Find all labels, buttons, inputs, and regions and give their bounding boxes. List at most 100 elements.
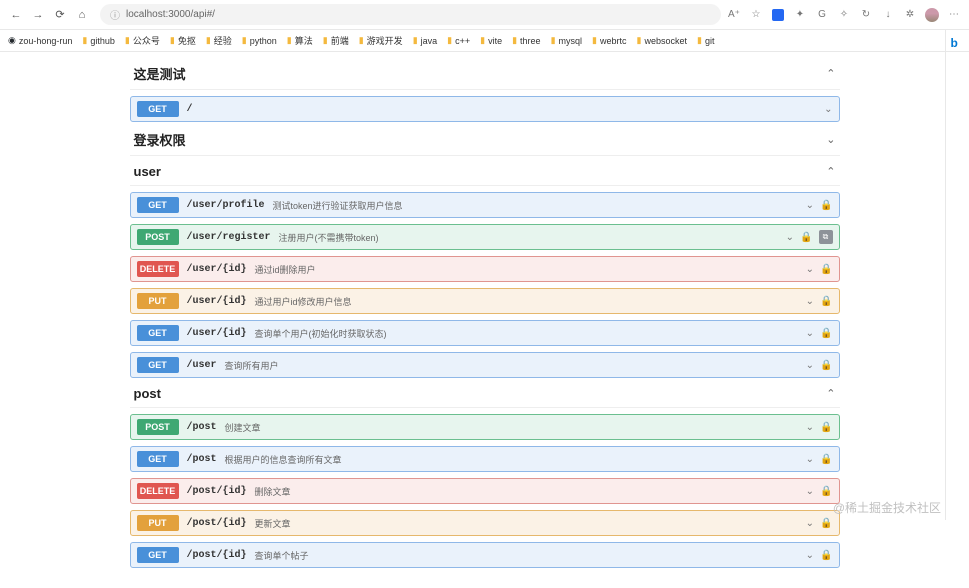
back-button[interactable]: ←: [8, 7, 24, 23]
chevron-down-icon: ⌄: [806, 422, 814, 433]
lock-icon[interactable]: 🔒: [820, 486, 832, 497]
lock-icon[interactable]: 🔒: [820, 360, 832, 371]
info-icon: ⓘ: [110, 7, 120, 22]
api-operation[interactable]: GET/⌄: [130, 96, 840, 122]
folder-icon: ▮: [512, 35, 517, 46]
bookmark-label: c++: [455, 36, 470, 46]
lock-icon[interactable]: 🔒: [820, 200, 832, 211]
favorite-icon[interactable]: ☆: [749, 8, 763, 22]
section-header[interactable]: post⌃: [130, 378, 840, 408]
api-desc: 创建文章: [225, 421, 261, 434]
bookmark-label: 算法: [295, 34, 313, 47]
avatar[interactable]: [925, 8, 939, 22]
api-operation[interactable]: GET/user/{id}查询单个用户(初始化时获取状态)⌄🔒: [130, 320, 840, 346]
api-operation[interactable]: POST/post创建文章⌄🔒: [130, 414, 840, 440]
api-operation[interactable]: PUT/user/{id}通过用户id修改用户信息⌄🔒: [130, 288, 840, 314]
bookmark-label: mysql: [559, 36, 583, 46]
bookmark-item[interactable]: ▮算法: [287, 34, 313, 47]
api-operation[interactable]: PUT/post/{id}更新文章⌄🔒: [130, 510, 840, 536]
text-size-icon[interactable]: A⁺: [727, 8, 741, 22]
api-path: /: [187, 104, 193, 115]
lock-icon[interactable]: 🔒: [800, 232, 812, 243]
sparkle-icon[interactable]: ✦: [793, 8, 807, 22]
api-path: /user/{id}: [187, 328, 247, 339]
api-operation[interactable]: GET/user/profile测试token进行验证获取用户信息⌄🔒: [130, 192, 840, 218]
copy-icon[interactable]: ⧉: [819, 230, 833, 244]
api-operation[interactable]: GET/post根据用户的信息查询所有文章⌄🔒: [130, 446, 840, 472]
bookmark-item[interactable]: ▮经验: [206, 34, 232, 47]
lock-icon[interactable]: 🔒: [820, 296, 832, 307]
chevron-up-icon: ⌃: [826, 387, 835, 400]
lock-icon[interactable]: 🔒: [820, 550, 832, 561]
api-operation[interactable]: DELETE/post/{id}删除文章⌄🔒: [130, 478, 840, 504]
bookmark-item[interactable]: ▮github: [82, 35, 114, 46]
api-path: /user/{id}: [187, 296, 247, 307]
more-icon[interactable]: ⋯: [947, 8, 961, 22]
api-desc: 查询所有用户: [225, 359, 279, 372]
lock-icon[interactable]: 🔒: [820, 518, 832, 529]
bookmark-item[interactable]: ▮vite: [480, 35, 502, 46]
swagger-content: 这是测试⌃GET/⌄登录权限⌄user⌃GET/user/profile测试to…: [130, 52, 840, 588]
download-icon[interactable]: ↓: [881, 8, 895, 22]
folder-icon: ▮: [637, 35, 642, 46]
op-actions: ⌄🔒: [806, 422, 833, 433]
folder-icon: ▮: [206, 35, 211, 46]
bookmark-item[interactable]: ▮游戏开发: [359, 34, 403, 47]
section-header[interactable]: 这是测试⌃: [130, 56, 840, 90]
bookmark-item[interactable]: ▮java: [413, 35, 437, 46]
chevron-down-icon: ⌄: [806, 296, 814, 307]
folder-icon: ▮: [323, 35, 328, 46]
bookmark-item[interactable]: ▮公众号: [125, 34, 160, 47]
bookmark-item[interactable]: ▮c++: [447, 35, 470, 46]
bookmark-item[interactable]: ◉zou-hong-run: [8, 35, 72, 46]
bookmark-item[interactable]: ▮mysql: [551, 35, 582, 46]
op-actions: ⌄🔒: [806, 550, 833, 561]
bookmark-item[interactable]: ▮免抠: [170, 34, 196, 47]
lock-icon[interactable]: 🔒: [820, 264, 832, 275]
refresh-button[interactable]: ⟳: [52, 7, 68, 23]
url-text: localhost:3000/api#/: [126, 9, 215, 20]
lock-icon[interactable]: 🔒: [820, 422, 832, 433]
chevron-down-icon: ⌄: [806, 328, 814, 339]
bookmark-item[interactable]: ▮python: [242, 35, 277, 46]
bookmark-item[interactable]: ▮git: [697, 35, 714, 46]
bookmark-label: 公众号: [133, 34, 160, 47]
folder-icon: ▮: [170, 35, 175, 46]
github-icon: ◉: [8, 35, 16, 46]
folder-icon: ▮: [551, 35, 556, 46]
bookmark-item[interactable]: ▮webrtc: [592, 35, 626, 46]
address-bar[interactable]: ⓘ localhost:3000/api#/: [100, 4, 721, 25]
bing-icon[interactable]: b: [951, 36, 965, 50]
bookmark-label: python: [250, 36, 277, 46]
bing-sidebar: b: [945, 30, 969, 520]
bookmark-label: three: [520, 36, 541, 46]
extension-plus-icon[interactable]: ✧: [837, 8, 851, 22]
bookmark-label: 前端: [331, 34, 349, 47]
lock-icon[interactable]: 🔒: [820, 454, 832, 465]
section-header[interactable]: 登录权限⌄: [130, 122, 840, 156]
chevron-down-icon: ⌄: [806, 486, 814, 497]
bookmark-item[interactable]: ▮three: [512, 35, 540, 46]
forward-button[interactable]: →: [30, 7, 46, 23]
api-operation[interactable]: POST/user/register注册用户(不需携带token)⌄🔒⧉: [130, 224, 840, 250]
bookmark-item[interactable]: ▮前端: [323, 34, 349, 47]
api-operation[interactable]: GET/post/{id}查询单个帖子⌄🔒: [130, 542, 840, 568]
api-path: /post/{id}: [187, 486, 247, 497]
api-desc: 更新文章: [255, 517, 291, 530]
extension-g-icon[interactable]: G: [815, 8, 829, 22]
method-badge: DELETE: [137, 261, 179, 277]
section-title: 登录权限: [134, 130, 186, 149]
chevron-down-icon: ⌄: [824, 104, 832, 115]
api-desc: 测试token进行验证获取用户信息: [273, 199, 403, 212]
section-header[interactable]: user⌃: [130, 156, 840, 186]
history-icon[interactable]: ↻: [859, 8, 873, 22]
bookmark-label: java: [421, 36, 438, 46]
api-operation[interactable]: DELETE/user/{id}通过id删除用户⌄🔒: [130, 256, 840, 282]
lock-icon[interactable]: 🔒: [820, 328, 832, 339]
extensions-icon[interactable]: ✲: [903, 8, 917, 22]
api-operation[interactable]: GET/user查询所有用户⌄🔒: [130, 352, 840, 378]
bookmark-item[interactable]: ▮websocket: [637, 35, 687, 46]
op-actions: ⌄: [824, 104, 832, 115]
home-button[interactable]: ⌂: [74, 7, 90, 23]
blue-square-icon[interactable]: [771, 8, 785, 22]
